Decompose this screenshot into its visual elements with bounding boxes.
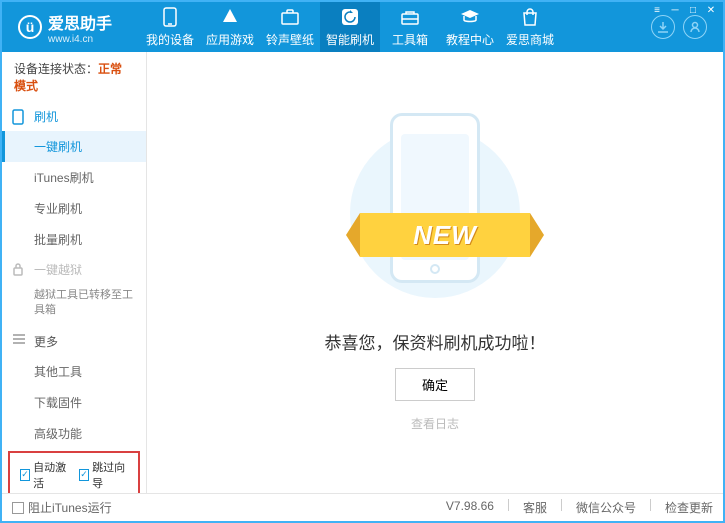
nav-my-device[interactable]: 我的设备 — [140, 2, 200, 52]
sidebar-item-download-firmware[interactable]: 下载固件 — [2, 387, 146, 418]
checkbox-block-itunes[interactable]: 阻止iTunes运行 — [12, 499, 112, 516]
wechat-link[interactable]: 微信公众号 — [576, 499, 636, 516]
checkbox-skip-guide[interactable]: ✓跳过向导 — [79, 459, 128, 491]
apps-icon — [220, 7, 240, 27]
nav-ringtone-wallpaper[interactable]: 铃声壁纸 — [260, 2, 320, 52]
confirm-button[interactable]: 确定 — [395, 368, 475, 401]
main-nav: 我的设备 应用游戏 铃声壁纸 智能刷机 工具箱 教程中心 爱思商城 — [140, 2, 560, 52]
window-minimize-icon[interactable]: ─ — [667, 4, 683, 16]
graduation-icon — [460, 7, 480, 27]
nav-store[interactable]: 爱思商城 — [500, 2, 560, 52]
status-bar: 阻止iTunes运行 V7.98.66 客服 微信公众号 检查更新 — [2, 493, 723, 521]
menu-icon — [12, 333, 28, 349]
nav-tutorials[interactable]: 教程中心 — [440, 2, 500, 52]
nav-apps-games[interactable]: 应用游戏 — [200, 2, 260, 52]
connection-status: 设备连接状态：正常模式 — [2, 52, 146, 102]
version-label: V7.98.66 — [446, 499, 494, 516]
checkbox-icon — [12, 502, 24, 514]
titlebar: ü 爱思助手 www.i4.cn 我的设备 应用游戏 铃声壁纸 智能刷机 工具箱… — [2, 2, 723, 52]
nav-toolbox[interactable]: 工具箱 — [380, 2, 440, 52]
window-menu-icon[interactable]: ≡ — [649, 4, 665, 16]
sidebar-section-flash[interactable]: 刷机 — [2, 102, 146, 131]
refresh-icon — [340, 7, 360, 27]
jailbreak-note: 越狱工具已转移至工具箱 — [2, 284, 146, 327]
checkmark-icon: ✓ — [79, 469, 89, 481]
window-controls: ≡ ─ □ ✕ — [649, 4, 719, 16]
customer-service-link[interactable]: 客服 — [523, 499, 547, 516]
app-name: 爱思助手 — [48, 10, 112, 34]
sidebar-item-advanced[interactable]: 高级功能 — [2, 418, 146, 449]
window-maximize-icon[interactable]: □ — [685, 4, 701, 16]
sidebar-options-highlight: ✓自动激活 ✓跳过向导 — [8, 451, 140, 493]
view-log-link[interactable]: 查看日志 — [411, 415, 459, 432]
main-content: NEW 恭喜您，保资料刷机成功啦！ 确定 查看日志 — [147, 52, 723, 493]
sidebar-item-other-tools[interactable]: 其他工具 — [2, 356, 146, 387]
checkbox-auto-activate[interactable]: ✓自动激活 — [20, 459, 69, 491]
device-icon — [160, 7, 180, 27]
success-message: 恭喜您，保资料刷机成功啦！ — [325, 329, 546, 354]
toolbox-icon — [400, 7, 420, 27]
logo-icon: ü — [18, 15, 42, 39]
check-update-link[interactable]: 检查更新 — [665, 499, 713, 516]
sidebar-section-jailbreak: 一键越狱 — [2, 255, 146, 284]
sidebar-section-more[interactable]: 更多 — [2, 327, 146, 356]
bag-icon — [520, 7, 540, 27]
success-illustration: NEW — [340, 113, 530, 313]
phone-illustration-icon — [390, 113, 480, 283]
sidebar-item-pro-flash[interactable]: 专业刷机 — [2, 193, 146, 224]
download-button[interactable] — [651, 15, 675, 39]
window-close-icon[interactable]: ✕ — [703, 4, 719, 16]
new-ribbon-icon: NEW — [360, 213, 530, 257]
sidebar-item-oneclick-flash[interactable]: 一键刷机 — [2, 131, 146, 162]
lock-icon — [12, 262, 28, 278]
app-url: www.i4.cn — [48, 34, 112, 45]
phone-icon — [12, 109, 28, 125]
briefcase-icon — [280, 7, 300, 27]
checkmark-icon: ✓ — [20, 469, 30, 481]
app-logo: ü 爱思助手 www.i4.cn — [10, 10, 140, 45]
nav-smart-flash[interactable]: 智能刷机 — [320, 2, 380, 52]
sidebar: 设备连接状态：正常模式 刷机 一键刷机 iTunes刷机 专业刷机 批量刷机 一… — [2, 52, 147, 493]
sidebar-item-itunes-flash[interactable]: iTunes刷机 — [2, 162, 146, 193]
sidebar-item-batch-flash[interactable]: 批量刷机 — [2, 224, 146, 255]
user-button[interactable] — [683, 15, 707, 39]
